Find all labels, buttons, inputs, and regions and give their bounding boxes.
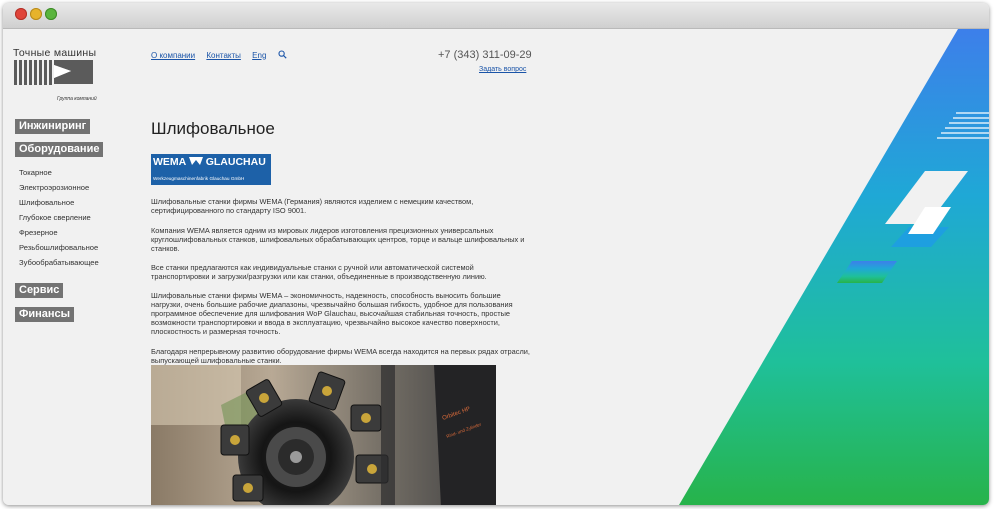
wema-logo-right: GLAUCHAU: [205, 156, 266, 168]
paragraph-5: Благодаря непрерывному развитию оборудов…: [151, 347, 530, 366]
nav-about[interactable]: О компании: [151, 51, 195, 60]
window-titlebar: [3, 3, 989, 29]
phone-number: +7 (343) 311-09-29: [438, 49, 532, 61]
top-navigation: О компании Контакты Eng: [151, 50, 287, 61]
sidebar-item-milling[interactable]: Фрезерное: [19, 228, 58, 237]
sidebar-item-deep-drilling[interactable]: Глубокое сверление: [19, 213, 91, 222]
paragraph-4: Шлифовальные станки фирмы WEMA – экономи…: [151, 291, 513, 337]
browser-window: Точные машины Группа компаний О компании…: [3, 3, 989, 505]
wema-logo-brand: WEMA GLAUCHAU: [153, 156, 266, 168]
sidebar-item-edm[interactable]: Электроэрозионное: [19, 183, 89, 192]
maximize-window-icon[interactable]: [45, 8, 57, 20]
wema-logo-left: WEMA: [153, 156, 186, 168]
sidebar-section-finance[interactable]: Финансы: [15, 307, 75, 322]
web-page: Точные машины Группа компаний О компании…: [3, 29, 989, 505]
ask-question-link[interactable]: Задать вопрос: [479, 66, 526, 73]
grinding-machine-photo: Orbitec HP Rind- und Zylinder: [151, 365, 496, 505]
sidebar-section-service[interactable]: Сервис: [15, 283, 64, 298]
nav-english[interactable]: Eng: [252, 51, 266, 60]
logo-bars-icon: [14, 60, 93, 85]
sidebar-item-thread-grinding[interactable]: Резьбошлифовальное: [19, 243, 98, 252]
sidebar-item-grinding[interactable]: Шлифовальное: [19, 198, 74, 207]
page-title: Шлифовальное: [151, 119, 275, 138]
paragraph-3: Все станки предлагаются как индивидуальн…: [151, 263, 487, 282]
sidebar-section-engineering[interactable]: Инжиниринг: [15, 119, 91, 134]
company-logo[interactable]: Точные машины Группа компаний: [13, 47, 103, 102]
paragraph-2: Компания WEMA является одним из мировых …: [151, 226, 525, 254]
sidebar-item-turning[interactable]: Токарное: [19, 168, 52, 177]
search-icon[interactable]: [278, 50, 287, 61]
paragraph-1: Шлифовальные станки фирмы WEMA (Германия…: [151, 197, 474, 216]
wema-logo-tagline: Werkzeugmaschinenfabrik Glauchau GmbH: [153, 176, 245, 181]
minimize-window-icon[interactable]: [30, 8, 42, 20]
nav-contacts[interactable]: Контакты: [206, 51, 241, 60]
sidebar-item-gear-cutting[interactable]: Зубообрабатывающее: [19, 258, 99, 267]
logo-subtitle: Группа компаний: [57, 96, 97, 102]
wema-logo: WEMA GLAUCHAU Werkzeugmaschinenfabrik Gl…: [151, 154, 271, 185]
wema-emblem-icon: [188, 157, 203, 165]
close-window-icon[interactable]: [15, 8, 27, 20]
logo-title: Точные машины: [13, 47, 97, 59]
sidebar-section-equipment[interactable]: Оборудование: [15, 142, 104, 157]
